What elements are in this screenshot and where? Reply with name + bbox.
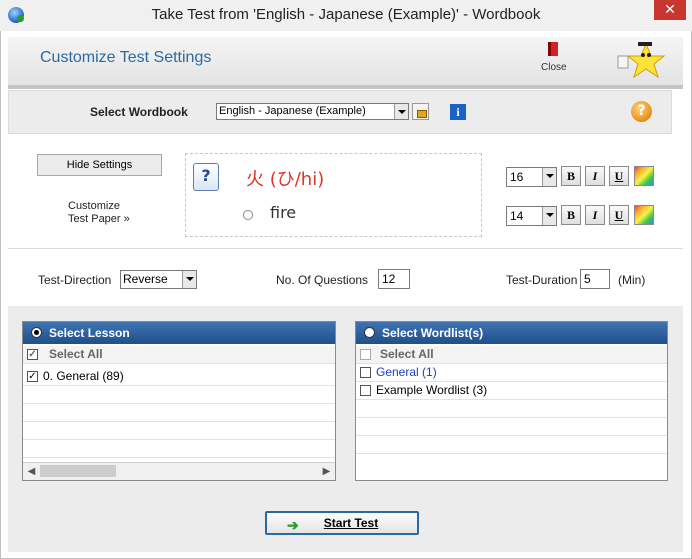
empty-row bbox=[23, 404, 335, 422]
wordlist-item-label: Example Wordlist (3) bbox=[376, 383, 488, 397]
question-font-size-select[interactable]: 16 bbox=[506, 167, 557, 187]
chevron-down-icon[interactable] bbox=[542, 168, 556, 186]
lesson-select-all-row[interactable]: ✓ Select All bbox=[23, 346, 335, 364]
test-direction-select[interactable]: Reverse bbox=[120, 270, 197, 289]
window-title: Take Test from 'English - Japanese (Exam… bbox=[151, 6, 541, 23]
start-test-label: Start Test bbox=[323, 516, 379, 530]
wordlist-panel: Select Wordlist(s) Select All General (1… bbox=[355, 321, 668, 481]
select-all-label: Select All bbox=[49, 347, 103, 361]
window-close-button[interactable]: ✕ bbox=[654, 0, 686, 20]
scrollbar-thumb[interactable] bbox=[40, 465, 116, 477]
empty-row bbox=[356, 400, 667, 418]
scroll-left-icon[interactable]: ◀ bbox=[23, 463, 40, 480]
test-direction-value: Reverse bbox=[123, 272, 168, 286]
list-item[interactable]: General (1) bbox=[356, 364, 667, 382]
star-mascot-icon bbox=[617, 42, 666, 79]
question-bold-button[interactable]: B bbox=[561, 166, 581, 186]
preview-answer-text: fire bbox=[270, 203, 297, 222]
wordlist-panel-header[interactable]: Select Wordlist(s) bbox=[356, 322, 667, 344]
answer-font-size-value: 14 bbox=[510, 209, 524, 223]
num-questions-input[interactable]: 12 bbox=[378, 269, 410, 289]
question-icon: ? bbox=[193, 163, 219, 191]
answer-underline-button[interactable]: U bbox=[609, 205, 629, 225]
list-item[interactable]: ✓ 0. General (89) bbox=[23, 368, 335, 386]
empty-row bbox=[356, 436, 667, 454]
page-title: Customize Test Settings bbox=[40, 49, 212, 66]
chevron-down-icon[interactable] bbox=[182, 271, 196, 288]
hide-settings-button[interactable]: Hide Settings bbox=[37, 154, 162, 176]
lesson-panel: Select Lesson ✓ Select All ✓ 0. General … bbox=[22, 321, 336, 481]
answer-italic-button[interactable]: I bbox=[585, 205, 605, 225]
start-test-button[interactable]: ➔ Start Test bbox=[265, 511, 419, 535]
lesson-checkbox[interactable]: ✓ bbox=[27, 371, 38, 382]
lesson-panel-header[interactable]: Select Lesson bbox=[23, 322, 335, 344]
question-font-size-value: 16 bbox=[510, 170, 524, 184]
select-wordbook-label: Select Wordbook bbox=[90, 105, 188, 119]
wordbook-select-value: English - Japanese (Example) bbox=[219, 105, 366, 117]
question-italic-button[interactable]: I bbox=[585, 166, 605, 186]
empty-row bbox=[356, 418, 667, 436]
wordlist-item-label: General (1) bbox=[376, 365, 437, 379]
empty-row bbox=[23, 422, 335, 440]
lock-icon[interactable] bbox=[412, 103, 429, 120]
wordlist-checkbox[interactable] bbox=[360, 385, 371, 396]
num-questions-label: No. Of Questions bbox=[276, 273, 369, 287]
arrow-right-icon: ➔ bbox=[287, 517, 299, 533]
wordlist-select-all-row[interactable]: Select All bbox=[356, 346, 667, 364]
select-all-checkbox[interactable] bbox=[360, 349, 371, 360]
select-all-checkbox[interactable]: ✓ bbox=[27, 349, 38, 360]
scroll-right-icon[interactable]: ▶ bbox=[318, 463, 335, 480]
wordlist-checkbox[interactable] bbox=[360, 367, 371, 378]
empty-row bbox=[23, 440, 335, 458]
wordbook-select[interactable]: English - Japanese (Example) bbox=[216, 103, 409, 120]
chevron-down-icon[interactable] bbox=[394, 104, 408, 119]
preview-question-text: 火 (ひ/hi) bbox=[246, 169, 325, 190]
select-all-label: Select All bbox=[380, 347, 434, 361]
answer-bold-button[interactable]: B bbox=[561, 205, 581, 225]
test-direction-label: Test-Direction bbox=[38, 273, 112, 287]
answer-color-icon[interactable] bbox=[634, 205, 654, 225]
select-wordlist-radio[interactable] bbox=[364, 327, 375, 338]
close-door-icon[interactable] bbox=[548, 42, 558, 56]
question-color-icon[interactable] bbox=[634, 166, 654, 186]
help-icon[interactable]: ? bbox=[631, 101, 652, 122]
list-item[interactable]: Example Wordlist (3) bbox=[356, 382, 667, 400]
select-wordlist-title: Select Wordlist(s) bbox=[382, 326, 484, 340]
select-lesson-radio[interactable] bbox=[31, 327, 42, 338]
customize-line-1: Customize bbox=[68, 200, 120, 212]
select-lesson-title: Select Lesson bbox=[49, 326, 130, 340]
duration-unit-label: (Min) bbox=[618, 273, 646, 287]
chevron-down-icon[interactable] bbox=[542, 207, 556, 225]
divider bbox=[8, 248, 683, 249]
customize-test-paper-link[interactable]: Customize Test Paper » bbox=[68, 200, 130, 226]
customize-line-2: Test Paper » bbox=[68, 213, 130, 225]
lesson-item-label: 0. General (89) bbox=[43, 369, 124, 383]
empty-row bbox=[23, 386, 335, 404]
test-duration-label: Test-Duration bbox=[506, 273, 578, 287]
question-underline-button[interactable]: U bbox=[609, 166, 629, 186]
test-preview-box bbox=[185, 153, 482, 237]
preview-answer-radio bbox=[243, 210, 253, 220]
close-button-label[interactable]: Close bbox=[541, 62, 567, 73]
horizontal-scrollbar[interactable]: ◀ ▶ bbox=[23, 462, 335, 480]
test-duration-input[interactable]: 5 bbox=[580, 269, 610, 289]
answer-font-size-select[interactable]: 14 bbox=[506, 206, 557, 226]
info-icon[interactable]: i bbox=[450, 104, 466, 120]
